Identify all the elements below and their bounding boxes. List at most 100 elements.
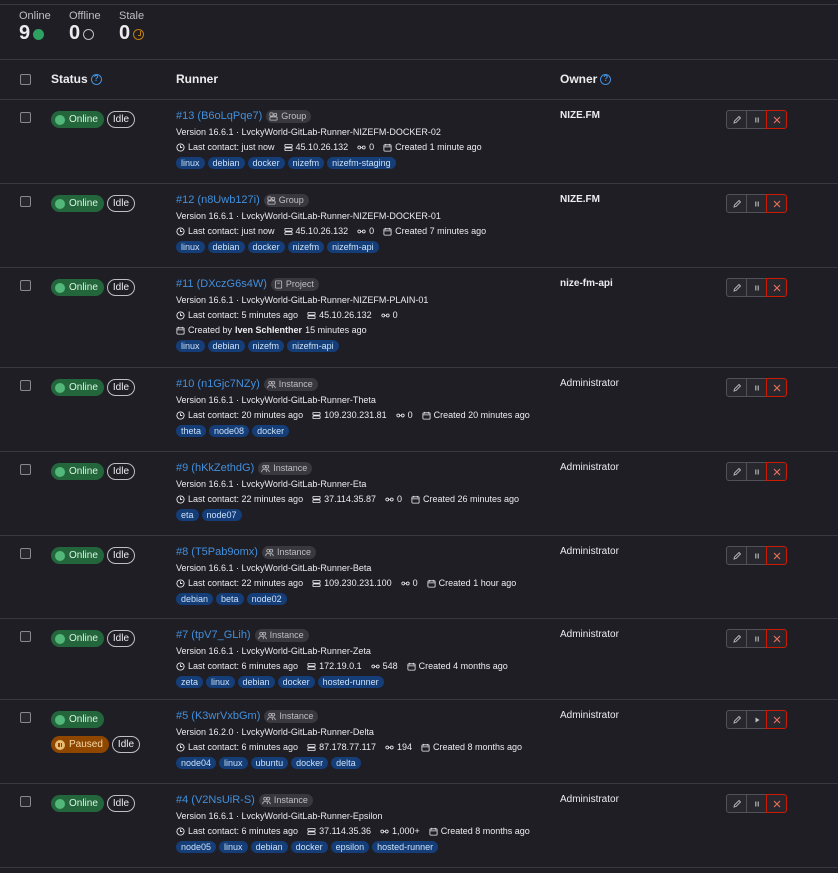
runner-checkbox[interactable] [20,380,31,391]
runner-link[interactable]: #8 (T5Pab9omx) [176,546,258,558]
runner-row: Online Idle #4 (V2NsUiR-S) Instance Version … [0,784,838,868]
tag-badge: eta [176,509,199,521]
runner-actions [726,546,787,565]
select-all-checkbox[interactable] [20,74,31,85]
created-by: Created by Iven Schlenther 15 minutes ago [176,325,546,336]
delete-button[interactable] [766,110,787,129]
runner-checkbox[interactable] [20,548,31,559]
owner-cell: Administrator [560,378,619,389]
resume-button[interactable] [746,710,767,729]
runner-header: Runner [176,72,218,86]
created-at-text: Created 8 months ago [440,826,530,836]
pipeline-icon [385,495,394,504]
runner-link[interactable]: #13 (B6oLqPqe7) [176,110,262,122]
edit-button[interactable] [726,194,747,213]
pencil-icon [732,383,741,392]
runner-checkbox[interactable] [20,464,31,475]
delete-button[interactable] [766,546,787,565]
edit-button[interactable] [726,378,747,397]
edit-button[interactable] [726,794,747,813]
runner-checkbox[interactable] [20,196,31,207]
delete-button[interactable] [766,629,787,648]
runner-link[interactable]: #7 (tpV7_GLih) [176,629,251,641]
pause-button[interactable] [746,194,767,213]
pipeline-icon [385,743,394,752]
job-count-text: 0 [369,226,375,236]
tag-badge: hosted-runner [372,841,439,853]
edit-button[interactable] [726,546,747,565]
delete-button[interactable] [766,278,787,297]
tag-badge: linux [176,340,205,352]
owner-cell[interactable]: NIZE.FM [560,194,600,205]
edit-button[interactable] [726,278,747,297]
pause-button[interactable] [746,546,767,565]
status-help-icon[interactable]: ? [90,73,102,85]
runner-checkbox[interactable] [20,796,31,807]
runner-link[interactable]: #12 (n8Uwb127i) [176,194,260,206]
owner-cell: Administrator [560,710,619,721]
runner-checkbox[interactable] [20,631,31,642]
runner-row: Online Idle #9 (hKkZethdG) Instance Version … [0,452,838,536]
runner-link[interactable]: #9 (hKkZethdG) [176,462,254,474]
pause-button[interactable] [746,378,767,397]
pause-icon [754,117,759,122]
runner-link[interactable]: #4 (V2NsUiR-S) [176,794,255,806]
runner-checkbox[interactable] [20,112,31,123]
tag-badge: zeta [176,676,204,688]
pause-button[interactable] [746,462,767,481]
tag-badge: linux [176,157,205,169]
tag-badge: delta [331,757,361,769]
edit-button[interactable] [726,462,747,481]
online-dot-icon [33,29,45,40]
runner-checkbox[interactable] [20,712,31,723]
idle-badge: Idle [106,463,136,480]
server-icon [307,743,316,752]
runner-version: Version 16.6.1 · LvckyWorld-GitLab-Runne… [176,127,441,137]
owner-cell[interactable]: NIZE.FM [560,110,600,121]
edit-button[interactable] [726,110,747,129]
pause-button[interactable] [746,110,767,129]
owner-cell[interactable]: nize-fm-api [560,278,613,289]
delete-button[interactable] [766,462,787,481]
runner-link[interactable]: #11 (DXczG6s4W) [176,278,267,290]
runner-link[interactable]: #5 (K3wrVxbGm) [176,710,260,722]
delete-button[interactable] [766,378,787,397]
runner-checkbox[interactable] [20,280,31,291]
ip-address: 172.19.0.1 [307,661,362,672]
tag-badge: node04 [176,757,217,769]
pencil-icon [732,115,741,124]
edit-button[interactable] [726,710,747,729]
runner-cell: #5 (K3wrVxbGm) Instance Version 16.2.0 · L… [176,709,546,769]
calendar-icon [421,743,430,752]
delete-button[interactable] [766,794,787,813]
runner-cell: #13 (B6oLqPqe7) Group Version 16.6.1 · Lvc… [176,109,546,169]
pencil-icon [732,715,741,724]
ip-address-text: 109.230.231.100 [324,578,392,588]
owner-help-icon[interactable]: ? [600,73,612,85]
instance-icon [267,380,276,389]
runner-link[interactable]: #10 (n1Gjc7NZy) [176,378,260,390]
ip-address-text: 37.114.35.36 [319,826,371,836]
online-badge: Online [51,463,104,480]
creator-name[interactable]: Iven Schlenther [235,325,302,336]
created-at-text: Created 1 hour ago [438,578,517,588]
runner-title: #9 (hKkZethdG) Instance [176,461,546,475]
delete-button[interactable] [766,710,787,729]
tag-badge: nizefm [247,340,285,352]
runner-actions [726,794,787,813]
delete-button[interactable] [766,194,787,213]
job-count-text: 0 [369,142,375,152]
pause-button[interactable] [746,629,767,648]
edit-button[interactable] [726,629,747,648]
close-icon [773,552,780,559]
pause-button[interactable] [746,794,767,813]
pause-button[interactable] [746,278,767,297]
idle-badge: Idle [106,111,136,128]
runner-type-badge: Project [270,277,319,291]
pipeline-icon [357,143,366,152]
tag-badge: node08 [209,425,250,437]
ip-address: 87.178.77.117 [307,742,376,753]
ip-address: 37.114.35.87 [312,494,376,505]
runner-row: Online Paused Idle #5 (K3wrVxbGm) Instance Ve… [0,700,838,784]
server-icon [284,227,293,236]
